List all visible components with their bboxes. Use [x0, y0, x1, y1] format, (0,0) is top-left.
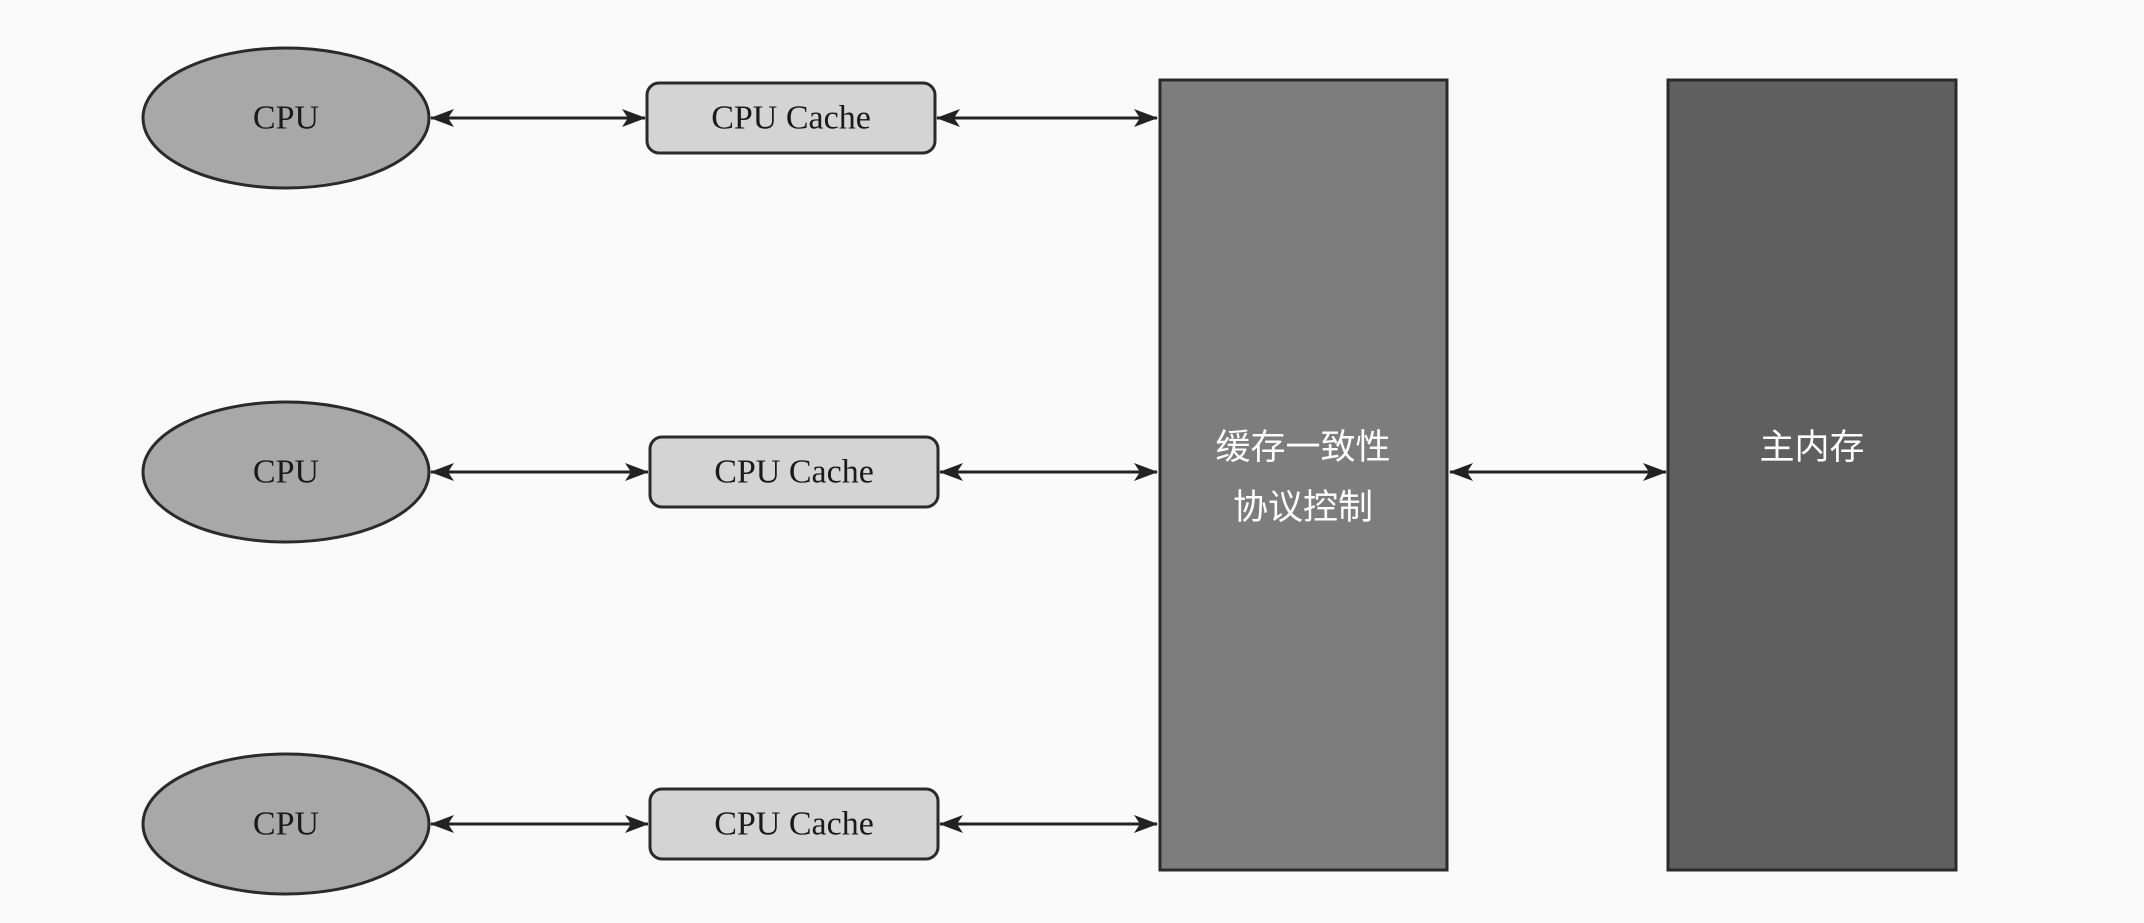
cpu-node-2-label: CPU [253, 454, 319, 491]
coherence-controller: 缓存一致性 协议控制 [1158, 78, 1449, 872]
cpu-row-1: CPU CPU Cache [141, 46, 1158, 190]
cache-coherence-diagram: CPU CPU Cache CPU CPU Cache CPU CPU Cach… [141, 46, 1958, 896]
cpu-node-1-label: CPU [253, 100, 319, 137]
main-memory-label: 主内存 [1759, 428, 1864, 468]
cpu-row-2: CPU CPU Cache [141, 400, 1158, 544]
coherence-controller-label-line1: 缓存一致性 [1215, 428, 1390, 468]
cpu-cache-node-3-label: CPU Cache [714, 806, 874, 843]
cpu-row-3: CPU CPU Cache [141, 752, 1158, 896]
cpu-node-3-label: CPU [253, 806, 319, 843]
main-memory-block [1666, 78, 1958, 872]
cpu-cache-node-1-label: CPU Cache [711, 100, 871, 137]
main-memory: 主内存 [1666, 78, 1958, 872]
coherence-controller-block [1158, 78, 1449, 872]
cpu-cache-node-2-label: CPU Cache [714, 454, 874, 491]
coherence-controller-label-line2: 协议控制 [1233, 488, 1373, 528]
